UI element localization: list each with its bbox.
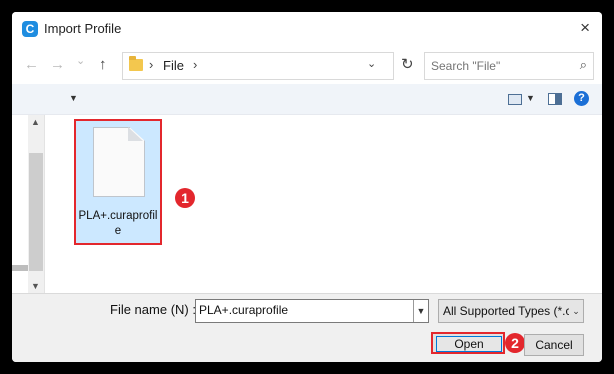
search-box[interactable]: ⌕ [424,52,594,80]
organize-dropdown-icon[interactable]: ▼ [69,93,78,103]
breadcrumb-separator-icon: › [149,57,154,72]
scroll-up-icon[interactable]: ▲ [31,117,40,127]
file-name-label: File name (N) : [110,302,196,317]
help-icon[interactable]: ? [574,91,589,106]
file-type-value: All Supported Types (*.curaprofile) [443,304,583,318]
open-button[interactable]: Open [436,336,502,352]
breadcrumb-separator-icon[interactable]: › [193,57,197,72]
step-1-badge: 1 [175,188,195,208]
back-icon[interactable]: ← [24,56,39,73]
preview-pane-icon[interactable] [548,93,562,105]
address-dropdown-icon[interactable]: ⌄ [367,57,376,70]
window-title: Import Profile [44,21,122,36]
file-name-label: PLA+.curaprofile [78,210,158,237]
close-icon[interactable]: × [580,18,590,38]
nav-pane-scrollbar[interactable]: ▲ ▼ [28,115,45,293]
search-icon[interactable]: ⌕ [580,57,587,73]
cancel-button[interactable]: Cancel [524,334,584,356]
address-bar: ← → ⌄ ↑ › File › ⌄ ↻ ⌕ [12,46,602,84]
recent-locations-icon[interactable]: ⌄ [76,54,85,67]
change-view-icon[interactable] [508,94,522,105]
command-toolbar: ▼ ▼ ? [12,84,602,115]
file-item-pla-curaprofile[interactable]: PLA+.curaprofile [74,119,162,245]
scroll-thumb[interactable] [29,153,43,271]
search-input[interactable] [429,56,563,76]
forward-icon[interactable]: → [50,56,65,73]
refresh-icon[interactable]: ↻ [401,55,414,73]
scroll-down-icon[interactable]: ▼ [31,281,40,291]
cura-app-icon: C [22,21,38,37]
step-2-badge: 2 [505,333,525,353]
file-name-dropdown-icon[interactable]: ▼ [413,300,428,322]
breadcrumb-file[interactable]: File [163,58,184,73]
file-type-dropdown-icon[interactable]: ⌄ [569,300,583,322]
title-bar: C Import Profile × [12,12,602,46]
import-profile-dialog: C Import Profile × ← → ⌄ ↑ › File › ⌄ ↻ … [12,12,602,362]
bottom-bar: File name (N) : ▼ All Supported Types (*… [12,293,602,362]
file-list-area[interactable]: ▲ ▼ PLA+.curaprofile 1 [12,115,602,293]
file-name-combobox[interactable]: ▼ [195,299,429,323]
view-options-dropdown-icon[interactable]: ▼ [526,93,535,103]
file-name-input[interactable] [199,302,404,318]
folder-icon [129,56,143,71]
up-folder-icon[interactable]: ↑ [99,56,107,73]
file-type-select[interactable]: All Supported Types (*.curaprofile) ⌄ [438,299,584,323]
address-box[interactable]: › File › ⌄ [122,52,394,80]
nav-pane-edge [12,265,28,271]
open-button-highlight: Open [431,332,505,354]
